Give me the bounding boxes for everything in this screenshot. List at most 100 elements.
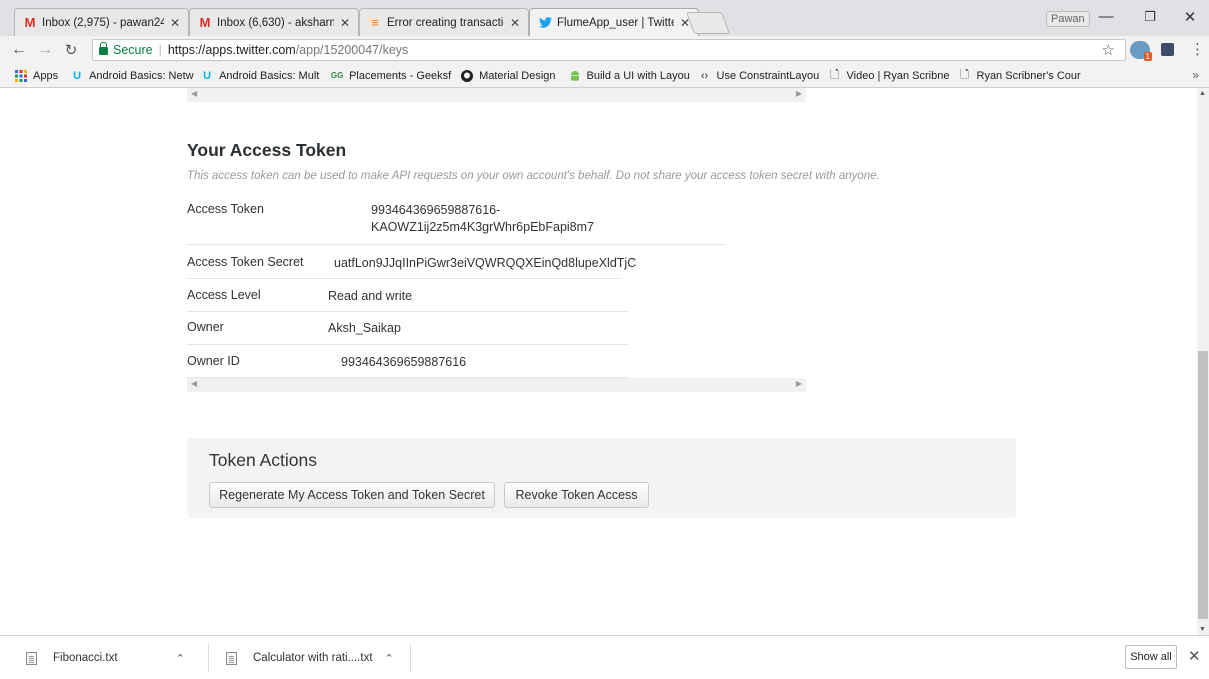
access-level-row: Access Level Read and write: [187, 288, 587, 308]
url-path: /app/15200047/keys: [295, 43, 409, 57]
download-bar: Fibonacci.txt ⌃ Calculator with rati....…: [0, 635, 1209, 679]
close-tab-icon[interactable]: ✕: [170, 16, 180, 30]
scroll-left-icon[interactable]: ◀: [191, 89, 197, 98]
tab-error-transaction[interactable]: ≡ Error creating transaction ✕: [359, 8, 529, 36]
close-tab-icon[interactable]: ✕: [340, 16, 350, 30]
udacity-icon: U: [203, 69, 212, 82]
regenerate-token-button[interactable]: Regenerate My Access Token and Token Sec…: [209, 482, 495, 508]
github-icon: [460, 69, 474, 83]
bookmark-label: Android Basics: Netw: [89, 69, 194, 82]
gmail-icon: M: [24, 15, 36, 30]
download-filename: Calculator with rati....txt: [253, 652, 373, 664]
extension-avatar-icon[interactable]: 1: [1130, 41, 1152, 61]
bookmark-label: Placements - Geeksf: [349, 69, 452, 82]
bookmark-label: Video | Ryan Scribne: [846, 69, 950, 82]
field-label: Owner ID: [187, 354, 240, 368]
close-window-icon[interactable]: ✕: [1180, 8, 1200, 26]
download-divider: [410, 644, 411, 672]
horizontal-scrollbar[interactable]: ◀ ▶: [187, 378, 806, 392]
reload-icon[interactable]: ↻: [62, 41, 80, 59]
bookmark-constraintlayout[interactable]: ‹› Use ConstraintLayou: [692, 69, 822, 83]
scroll-left-icon[interactable]: ◀: [191, 379, 197, 388]
tab-flumeapp-twitter[interactable]: FlumeApp_user | Twitter A ✕: [529, 8, 699, 36]
close-download-bar-icon[interactable]: ✕: [1188, 647, 1201, 665]
row-divider: [187, 244, 724, 245]
lock-icon: [99, 42, 108, 55]
menu-kebab-icon[interactable]: ⋮: [1190, 40, 1205, 58]
owner-id-value: 993464369659887616: [341, 355, 467, 369]
udacity-icon: U: [73, 69, 82, 82]
page-icon: 🗋: [960, 69, 969, 81]
gmail-icon: M: [199, 15, 211, 30]
download-divider: [208, 644, 209, 672]
scroll-up-icon[interactable]: ▲: [1199, 90, 1206, 97]
field-label: Access Token: [187, 202, 264, 216]
bookmark-label: Material Design: [479, 69, 556, 82]
horizontal-scrollbar[interactable]: ◀ ▶: [187, 88, 806, 102]
tab-title: FlumeApp_user | Twitter A: [557, 16, 674, 29]
twitter-icon: [538, 16, 552, 30]
owner-value: Aksh_Saikap: [328, 321, 401, 335]
bookmark-geeksforgeeks[interactable]: GG Placements - Geeksf: [324, 69, 454, 83]
bookmark-build-ui[interactable]: Build a UI with Layou: [562, 69, 692, 83]
tab-title: Error creating transaction: [387, 16, 504, 29]
chevron-up-icon[interactable]: ⌃: [176, 652, 185, 665]
forward-arrow-icon[interactable]: →: [36, 41, 54, 59]
profile-name[interactable]: Pawan: [1046, 11, 1090, 27]
show-all-downloads-button[interactable]: Show all: [1125, 645, 1177, 669]
owner-row: Owner Aksh_Saikap: [187, 320, 587, 340]
scroll-right-icon[interactable]: ▶: [796, 379, 802, 388]
bookmark-ryan-course[interactable]: 🗋 Ryan Scribner's Cour: [952, 69, 1082, 83]
stackoverflow-icon: ≡: [371, 15, 379, 30]
scrollbar-thumb[interactable]: [1198, 351, 1208, 619]
download-item[interactable]: Fibonacci.txt ⌃: [26, 636, 185, 679]
security-label: Secure: [113, 43, 153, 57]
token-actions-heading: Token Actions: [209, 450, 317, 470]
extension-icon[interactable]: [1161, 43, 1174, 56]
url-separator: |: [158, 43, 162, 57]
new-tab-button[interactable]: [685, 12, 731, 34]
access-token-secret-value: uatfLon9JJqIInPiGwr3eiVQWRQQXEinQd8lupeX…: [334, 256, 637, 270]
restore-icon[interactable]: ❐: [1140, 9, 1160, 25]
scroll-down-icon[interactable]: ▼: [1199, 626, 1206, 633]
download-filename: Fibonacci.txt: [53, 652, 118, 664]
text-file-icon: [226, 651, 237, 665]
navigation-bar: ← → ↻ Secure | https://apps.twitter.com /…: [0, 36, 1209, 64]
back-arrow-icon[interactable]: ←: [10, 41, 28, 59]
access-token-value-line1: 993464369659887616-: [371, 203, 501, 217]
vertical-scrollbar[interactable]: ▲ ▼: [1197, 88, 1209, 635]
bookmark-label: Apps: [33, 69, 59, 82]
access-token-secret-row: Access Token Secret uatfLon9JJqIInPiGwr3…: [187, 255, 667, 275]
revoke-token-button[interactable]: Revoke Token Access: [504, 482, 649, 508]
field-label: Owner: [187, 320, 224, 334]
address-bar[interactable]: Secure | https://apps.twitter.com/app/15…: [92, 39, 1126, 61]
download-item[interactable]: Calculator with rati....txt ⌃: [226, 636, 394, 679]
text-file-icon: [26, 651, 37, 665]
bookmark-material-design[interactable]: Material Design: [454, 69, 561, 83]
android-icon: [568, 69, 582, 83]
tab-title: Inbox (2,975) - pawan24j: [42, 16, 164, 29]
bookmark-video-ryan[interactable]: 🗋 Video | Ryan Scribne: [822, 69, 952, 83]
access-token-description: This access token can be used to make AP…: [187, 170, 880, 182]
row-divider: [187, 311, 628, 312]
scroll-right-icon[interactable]: ▶: [796, 89, 802, 98]
bookmark-label: Ryan Scribner's Cour: [976, 69, 1081, 82]
bookmark-android-basics-mult[interactable]: U Android Basics: Mult: [194, 69, 324, 83]
bookmark-star-icon[interactable]: ☆: [1102, 41, 1115, 59]
page-content: ◀ ▶ Your Access Token This access token …: [0, 88, 1197, 635]
access-token-row: Access Token 993464369659887616- KAOWZ1i…: [187, 202, 727, 242]
bookmark-label: Build a UI with Layou: [586, 69, 690, 82]
more-bookmarks-icon[interactable]: »: [1192, 68, 1199, 82]
bookmark-apps[interactable]: Apps: [0, 69, 64, 83]
bookmark-android-basics-netw[interactable]: U Android Basics: Netw: [64, 69, 194, 83]
bookmark-label: Android Basics: Mult: [219, 69, 320, 82]
access-level-value: Read and write: [328, 289, 413, 303]
url-host: https://apps.twitter.com: [167, 43, 296, 57]
minimize-icon[interactable]: —: [1096, 8, 1116, 25]
bookmarks-bar: Apps U Android Basics: Netw U Android Ba…: [0, 64, 1209, 88]
tab-inbox-aksharma[interactable]: M Inbox (6,630) - aksharma ✕: [189, 8, 359, 36]
chevron-up-icon[interactable]: ⌃: [385, 652, 394, 665]
tab-inbox-pawan[interactable]: M Inbox (2,975) - pawan24j ✕: [14, 8, 189, 36]
access-token-value-line2: KAOWZ1ij2z5m4K3grWhr6pEbFapi8m7: [371, 220, 594, 234]
close-tab-icon[interactable]: ✕: [510, 16, 520, 30]
